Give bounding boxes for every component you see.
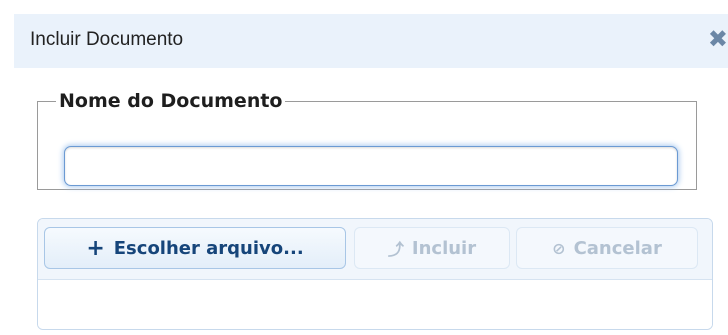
choose-file-label: Escolher arquivo...	[113, 237, 304, 259]
document-name-input[interactable]	[64, 146, 678, 186]
dialog-titlebar: Incluir Documento ✖	[14, 14, 728, 68]
dialog-title: Incluir Documento	[30, 29, 184, 50]
document-name-fieldset: Nome do Documento	[37, 90, 697, 190]
document-name-legend: Nome do Documento	[59, 90, 283, 112]
cancel-button[interactable]: ⊘ Cancelar	[516, 227, 698, 269]
incluir-documento-dialog: Incluir Documento ✖ Nome do Documento + …	[0, 0, 728, 335]
cancel-label: Cancelar	[573, 237, 662, 259]
upload-toolbar: + Escolher arquivo... ⤴ Incluir ⊘ Cancel…	[38, 219, 712, 280]
include-label: Incluir	[411, 237, 477, 259]
include-button[interactable]: ⤴ Incluir	[354, 227, 510, 269]
cancel-circle-icon: ⊘	[552, 238, 566, 258]
upload-arrow-icon: ⤴	[387, 240, 404, 259]
plus-icon: +	[86, 235, 105, 261]
file-upload-panel: + Escolher arquivo... ⤴ Incluir ⊘ Cancel…	[37, 218, 713, 330]
close-icon[interactable]: ✖	[708, 27, 728, 51]
choose-file-button[interactable]: + Escolher arquivo...	[44, 227, 346, 269]
upload-file-list	[38, 280, 712, 329]
